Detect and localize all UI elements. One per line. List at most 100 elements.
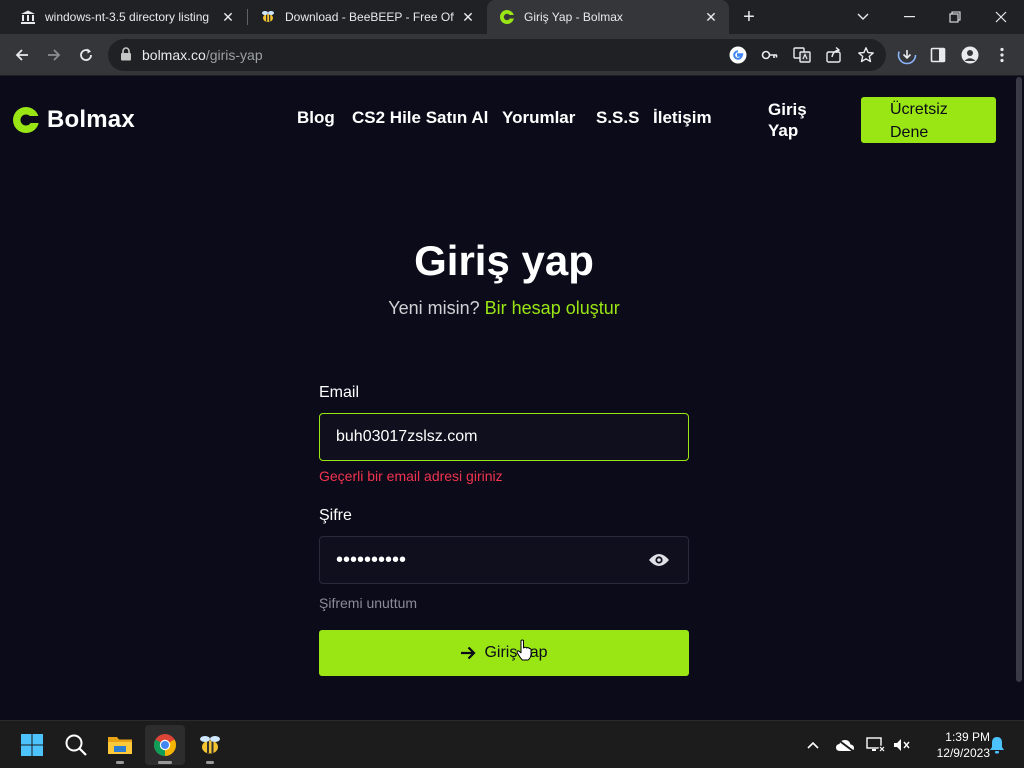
close-window-button[interactable]	[978, 0, 1024, 34]
email-field[interactable]	[319, 413, 689, 461]
nav-cs2-hile[interactable]: CS2 Hile Satın Al	[352, 108, 488, 128]
minimize-icon	[903, 16, 915, 18]
network-icon	[866, 737, 886, 753]
reload-icon	[80, 48, 92, 61]
new-tab-button[interactable]: +	[737, 5, 761, 29]
volume-tray-icon[interactable]	[892, 735, 912, 755]
signup-prompt-text: Yeni misin?	[388, 298, 480, 318]
taskbar-clock[interactable]: 1:39 PM 12/9/2023	[918, 729, 990, 761]
start-button[interactable]	[12, 725, 52, 765]
password-label: Şifre	[319, 507, 352, 524]
brand-name: Bolmax	[47, 106, 135, 133]
bookmark-star-icon[interactable]	[855, 44, 877, 66]
page-title: Giriş yap	[414, 237, 594, 284]
share-icon[interactable]	[823, 44, 845, 66]
close-tab-icon[interactable]: ✕	[460, 9, 476, 25]
nav-sss[interactable]: S.S.S	[596, 108, 639, 128]
back-button[interactable]	[8, 41, 36, 69]
cloud-off-icon	[836, 738, 854, 752]
chevron-down-icon	[857, 13, 869, 20]
bolmax-icon	[499, 9, 515, 25]
url-text: bolmax.co/giris-yap	[142, 47, 263, 63]
network-tray-icon[interactable]	[866, 735, 886, 755]
forgot-password-link[interactable]: Şifremi unuttum	[319, 595, 417, 611]
site-logo[interactable]: Bolmax	[12, 106, 135, 134]
profile-button[interactable]	[956, 41, 984, 69]
free-trial-button[interactable]: Ücretsiz Dene	[861, 97, 996, 143]
web-page: Bolmax Blog CS2 Hile Satın Al Yorumlar S…	[0, 77, 1024, 720]
tab-search-button[interactable]	[840, 0, 886, 34]
url-host: bolmax.co	[142, 47, 206, 63]
arrow-left-icon	[15, 49, 28, 61]
email-label: Email	[319, 384, 360, 401]
nav-yorumlar[interactable]: Yorumlar	[502, 108, 575, 128]
search-icon	[65, 734, 87, 756]
show-hidden-icons-button[interactable]	[803, 735, 823, 755]
lock-icon	[120, 47, 132, 66]
bolmax-logo-icon	[13, 107, 40, 133]
close-tab-icon[interactable]: ✕	[703, 9, 719, 25]
login-link-line: Giriş	[768, 100, 807, 119]
chrome-icon	[154, 734, 176, 756]
nav-iletisim[interactable]: İletişim	[653, 108, 712, 128]
arrow-right-icon	[48, 49, 61, 61]
onedrive-tray-icon[interactable]	[835, 735, 855, 755]
beebeep-icon	[200, 736, 220, 754]
browser-toolbar: bolmax.co/giris-yap	[0, 34, 1024, 76]
more-vertical-icon	[1000, 47, 1004, 63]
forward-button[interactable]	[40, 41, 68, 69]
chrome-taskbar-button[interactable]	[145, 725, 185, 765]
browser-tab-strip: windows-nt-3.5 directory listing ✕ Downl…	[0, 0, 1024, 34]
eye-icon[interactable]	[648, 552, 670, 573]
login-link-line: Yap	[768, 121, 799, 140]
running-indicator	[116, 761, 124, 764]
running-indicator	[158, 761, 172, 764]
notifications-button[interactable]	[987, 735, 1007, 755]
windows-start-icon	[21, 734, 43, 756]
tab-title: windows-nt-3.5 directory listing	[45, 10, 210, 24]
close-icon	[995, 11, 1007, 23]
login-submit-button[interactable]: Giriş yap	[319, 630, 689, 676]
nav-blog[interactable]: Blog	[297, 108, 335, 128]
volume-muted-icon	[894, 739, 910, 751]
browser-tab-active[interactable]: Giriş Yap - Bolmax ✕	[487, 0, 729, 34]
translate-icon[interactable]	[791, 44, 813, 66]
clock-time: 1:39 PM	[945, 730, 990, 744]
login-link[interactable]: Giriş Yap	[768, 99, 816, 141]
signup-prompt: Yeni misin? Bir hesap oluştur	[0, 298, 1008, 319]
beebeep-taskbar-button[interactable]	[190, 725, 230, 765]
hand-cursor-icon	[516, 639, 532, 666]
file-explorer-button[interactable]	[100, 725, 140, 765]
password-field[interactable]	[319, 536, 689, 584]
bell-icon	[990, 737, 1004, 754]
password-input[interactable]	[336, 537, 636, 583]
arrow-right-icon	[460, 646, 476, 660]
address-bar[interactable]: bolmax.co/giris-yap	[108, 39, 886, 71]
chrome-menu-button[interactable]	[988, 41, 1016, 69]
minimize-button[interactable]	[886, 0, 932, 34]
downloads-button[interactable]	[893, 41, 921, 69]
windows-taskbar: 1:39 PM 12/9/2023	[0, 720, 1024, 768]
cta-line: Ücretsiz	[890, 101, 948, 118]
browser-tab[interactable]: Download - BeeBEEP - Free Offic ✕	[248, 0, 486, 34]
tab-title: Download - BeeBEEP - Free Offic	[285, 10, 454, 24]
browser-tab[interactable]: windows-nt-3.5 directory listing ✕	[8, 0, 246, 34]
create-account-link[interactable]: Bir hesap oluştur	[485, 298, 620, 318]
file-explorer-icon	[108, 737, 132, 754]
restore-button[interactable]	[932, 0, 978, 34]
profile-icon	[961, 46, 979, 64]
close-tab-icon[interactable]: ✕	[220, 9, 236, 25]
reload-button[interactable]	[72, 41, 100, 69]
url-path: /giris-yap	[205, 47, 263, 63]
side-panel-button[interactable]	[924, 41, 952, 69]
restore-icon	[949, 11, 961, 23]
google-icon[interactable]	[727, 44, 749, 66]
email-error-message: Geçerli bir email adresi giriniz	[319, 468, 503, 484]
email-input[interactable]	[336, 414, 636, 460]
key-icon[interactable]	[759, 44, 781, 66]
clock-date: 12/9/2023	[936, 746, 990, 760]
archive-icon	[20, 9, 36, 25]
running-indicator	[206, 761, 214, 764]
page-scrollbar[interactable]	[1016, 77, 1022, 682]
taskbar-search-button[interactable]	[56, 725, 96, 765]
